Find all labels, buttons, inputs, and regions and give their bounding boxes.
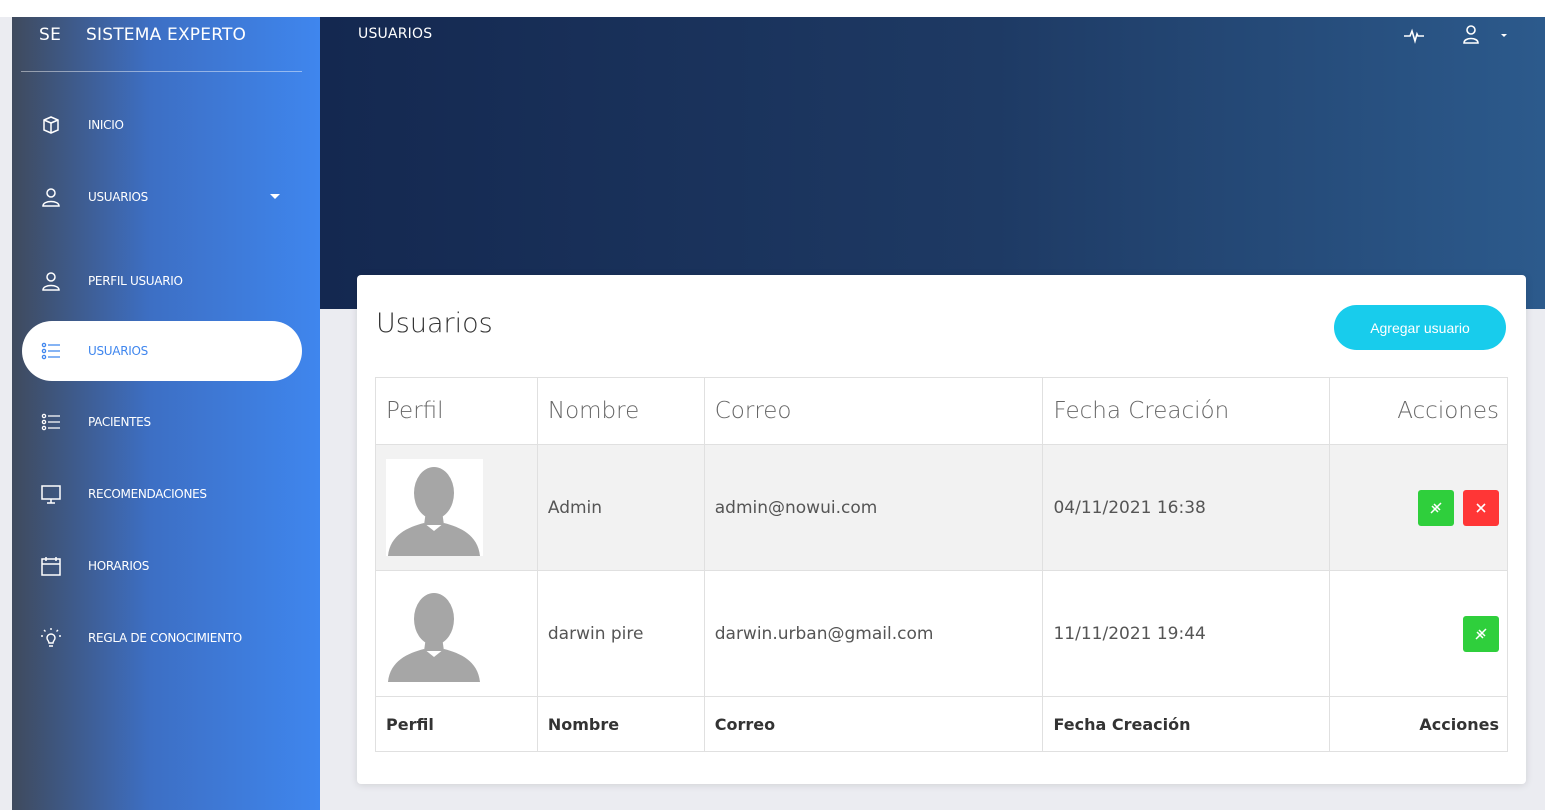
pulse-icon[interactable] (1403, 25, 1425, 45)
avatar (386, 585, 483, 682)
user-icon (39, 185, 63, 209)
sidebar-item-label: PACIENTES (88, 415, 151, 429)
sidebar-item-label: HORARIOS (88, 559, 150, 573)
sidebar: SE SISTEMA EXPERTO INICIO USUARIOS PERFI… (12, 17, 320, 810)
close-icon (1476, 502, 1486, 513)
user-icon (39, 269, 63, 293)
page-title: USUARIOS (358, 26, 433, 42)
date-cell: 11/11/2021 19:44 (1042, 570, 1331, 697)
sidebar-item-horarios[interactable]: HORARIOS (22, 536, 302, 596)
sidebar-item-label: PERFIL USUARIO (88, 274, 183, 288)
card-title: Usuarios (376, 308, 493, 339)
users-card: Usuarios Agregar usuario Perfil Nombre C… (357, 275, 1526, 784)
add-user-button[interactable]: Agregar usuario (1334, 305, 1506, 350)
email-cell: darwin.urban@gmail.com (703, 570, 1044, 697)
list-icon (39, 410, 63, 434)
users-table: Perfil Nombre Correo Fecha Creación Acci… (375, 377, 1508, 752)
column-header-acciones[interactable]: Acciones (1329, 377, 1508, 445)
edit-button[interactable] (1463, 615, 1499, 652)
brand-name: SISTEMA EXPERTO (86, 25, 247, 45)
sidebar-item-usuarios[interactable]: USUARIOS (22, 321, 302, 381)
column-footer-fecha: Fecha Creación (1042, 696, 1331, 752)
column-footer-correo: Correo (703, 696, 1044, 752)
chevron-down-icon (270, 194, 280, 199)
column-footer-perfil: Perfil (375, 696, 538, 752)
column-header-perfil[interactable]: Perfil (375, 377, 538, 445)
monitor-icon (39, 482, 63, 506)
column-header-nombre[interactable]: Nombre (536, 377, 705, 445)
sidebar-item-perfil-usuario[interactable]: PERFIL USUARIO (22, 251, 302, 311)
user-icon[interactable] (1462, 23, 1480, 45)
divider (21, 71, 302, 72)
delete-button[interactable] (1463, 489, 1499, 526)
brand-abbr: SE (39, 25, 62, 45)
calendar-icon (39, 554, 63, 578)
chevron-down-icon[interactable] (1501, 34, 1507, 37)
profile-cell (375, 444, 538, 571)
sidebar-item-pacientes[interactable]: PACIENTES (22, 392, 302, 452)
bulb-icon (39, 626, 63, 650)
sidebar-item-usuarios-group[interactable]: USUARIOS (22, 167, 302, 227)
column-header-fecha[interactable]: Fecha Creación (1042, 377, 1331, 445)
cube-icon (39, 113, 63, 137)
profile-cell (375, 570, 538, 697)
name-cell: darwin pire (536, 570, 705, 697)
sidebar-item-recomendaciones[interactable]: RECOMENDACIONES (22, 464, 302, 524)
date-cell: 04/11/2021 16:38 (1042, 444, 1331, 571)
table-row: Admin admin@nowui.com 04/11/2021 16:38 (375, 444, 1508, 571)
column-header-correo[interactable]: Correo (703, 377, 1044, 445)
avatar (386, 459, 483, 556)
actions-cell (1329, 444, 1508, 571)
table-header-row: Perfil Nombre Correo Fecha Creación Acci… (375, 377, 1508, 445)
brand[interactable]: SE SISTEMA EXPERTO (12, 17, 320, 73)
sidebar-item-regla-de-conocimiento[interactable]: REGLA DE CONOCIMIENTO (22, 608, 302, 668)
edit-icon (1475, 627, 1487, 640)
email-cell: admin@nowui.com (703, 444, 1044, 571)
table-row: darwin pire darwin.urban@gmail.com 11/11… (375, 570, 1508, 697)
sidebar-item-inicio[interactable]: INICIO (22, 95, 302, 155)
name-cell: Admin (536, 444, 705, 571)
sidebar-item-label: USUARIOS (88, 190, 148, 204)
sidebar-item-label: USUARIOS (88, 344, 148, 358)
sidebar-item-label: REGLA DE CONOCIMIENTO (88, 631, 242, 645)
column-footer-nombre: Nombre (536, 696, 705, 752)
actions-cell (1329, 570, 1508, 697)
sidebar-item-label: INICIO (88, 118, 124, 132)
edit-button[interactable] (1417, 489, 1454, 526)
column-footer-acciones: Acciones (1329, 696, 1508, 752)
edit-icon (1430, 501, 1442, 514)
table-footer-row: Perfil Nombre Correo Fecha Creación Acci… (375, 696, 1508, 752)
list-icon (39, 339, 63, 363)
top-header: USUARIOS (320, 17, 1545, 309)
sidebar-item-label: RECOMENDACIONES (88, 487, 207, 501)
